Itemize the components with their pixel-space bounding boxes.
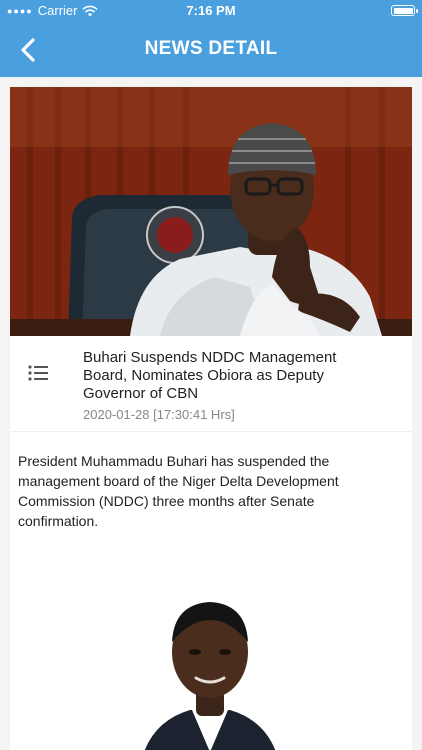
list-icon[interactable] <box>28 365 48 381</box>
article-headline: Buhari Suspends NDDC Management Board, N… <box>83 349 337 402</box>
page-title: NEWS DETAIL <box>144 38 278 59</box>
navigation-bar: NEWS DETAIL <box>0 22 422 77</box>
top-bar: ●●●● Carrier 7:16 PM NEWS DETAIL <box>0 0 422 77</box>
status-bar: ●●●● Carrier 7:16 PM <box>0 0 422 22</box>
article-hero-image <box>10 87 412 336</box>
battery-icon <box>391 5 418 16</box>
clock: 7:16 PM <box>186 3 236 18</box>
article-header: Buhari Suspends NDDC Management Board, N… <box>10 343 412 429</box>
divider <box>10 431 412 432</box>
article-card: Buhari Suspends NDDC Management Board, N… <box>10 87 412 750</box>
article-body-image <box>140 592 280 750</box>
article-body: President Muhammadu Buhari has suspended… <box>18 453 339 529</box>
news-detail-screen: ●●●● Carrier 7:16 PM NEWS DETAIL Buhari … <box>0 0 422 750</box>
article-date: 2020-01-28 [17:30:41 Hrs] <box>83 407 235 422</box>
